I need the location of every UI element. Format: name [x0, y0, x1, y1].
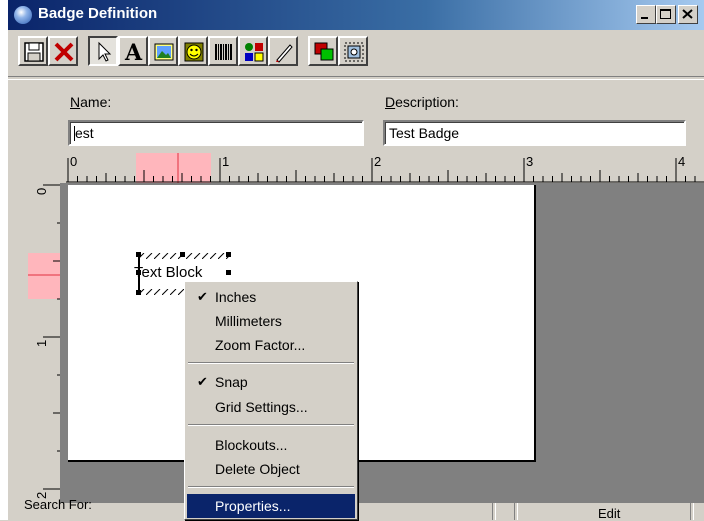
name-field[interactable]: est — [68, 120, 364, 146]
capture-tool-button[interactable] — [338, 36, 368, 66]
resize-handle[interactable] — [226, 252, 231, 257]
image-icon — [154, 43, 174, 61]
check-icon: ✔ — [197, 289, 208, 304]
app-icon — [14, 6, 32, 24]
pointer-tool-button[interactable] — [88, 36, 118, 66]
menu-item-snap[interactable]: ✔ Snap — [187, 370, 355, 394]
horizontal-ruler: 0 1 2 3 4 — [66, 153, 704, 183]
ruler-label: 1 — [222, 154, 229, 169]
ruler-label: 1 — [34, 340, 49, 347]
menu-item-delete-object[interactable]: Delete Object — [187, 457, 355, 481]
menu-item-millimeters[interactable]: Millimeters — [187, 309, 355, 333]
ruler-label: 0 — [70, 154, 77, 169]
menu-item-grid-settings[interactable]: Grid Settings... — [187, 395, 355, 419]
resize-handle[interactable] — [136, 290, 141, 295]
layers-icon — [314, 42, 334, 61]
toolbar-divider — [8, 76, 704, 80]
text-tool-button[interactable]: A — [118, 36, 148, 66]
pen-icon — [276, 44, 293, 63]
photo-tool-button[interactable] — [178, 36, 208, 66]
save-icon — [24, 42, 44, 62]
svg-text:A: A — [124, 41, 143, 63]
menu-item-properties[interactable]: Properties... — [187, 494, 355, 518]
layers-tool-button[interactable] — [308, 36, 338, 66]
window-frame: Badge Definition A Name: est Description… — [8, 0, 704, 521]
resize-handle[interactable] — [136, 252, 141, 257]
badge-definition-window: Badge Definition A Name: est Description… — [0, 0, 704, 521]
menu-separator — [188, 424, 354, 426]
name-label: Name: — [70, 94, 112, 110]
capture-icon — [344, 42, 364, 62]
menu-item-inches[interactable]: ✔ Inches — [187, 285, 355, 309]
close-red-x-icon — [54, 42, 74, 62]
ruler-label: 3 — [526, 154, 533, 169]
shapes-icon — [245, 43, 264, 62]
window-title: Badge Definition — [38, 5, 158, 22]
description-label: Description: — [385, 94, 459, 110]
ruler-label: 4 — [678, 154, 685, 169]
description-field[interactable]: Test Badge — [383, 120, 686, 146]
pen-tool-button[interactable] — [268, 36, 298, 66]
barcode-tool-button[interactable] — [208, 36, 238, 66]
context-menu: ✔ Inches Millimeters Zoom Factor... ✔ Snap… — [184, 281, 358, 520]
pointer-icon — [98, 41, 112, 62]
status-divider — [514, 503, 518, 520]
search-label: Search For: — [24, 497, 92, 512]
minimize-button[interactable] — [636, 5, 656, 24]
resize-handle[interactable] — [180, 252, 185, 257]
close-button[interactable] — [678, 5, 698, 24]
text-block-label: Text Block — [134, 264, 203, 281]
status-divider — [690, 503, 694, 520]
edit-status: Edit — [598, 506, 621, 521]
delete-button[interactable] — [48, 36, 78, 66]
menu-item-zoom-factor[interactable]: Zoom Factor... — [187, 333, 355, 357]
resize-handle[interactable] — [226, 270, 231, 275]
menu-separator — [188, 362, 354, 364]
text-icon: A — [124, 41, 143, 63]
menu-item-blockouts[interactable]: Blockouts... — [187, 433, 355, 457]
barcode-icon — [215, 44, 232, 60]
ruler-label: 0 — [34, 188, 49, 195]
shapes-tool-button[interactable] — [238, 36, 268, 66]
save-button[interactable] — [18, 36, 48, 66]
status-divider — [492, 503, 496, 520]
ruler-label: 2 — [374, 154, 381, 169]
menu-separator — [188, 486, 354, 488]
image-tool-button[interactable] — [148, 36, 178, 66]
face-icon — [184, 42, 204, 62]
maximize-button[interactable] — [656, 5, 676, 24]
title-bar[interactable]: Badge Definition — [8, 0, 704, 30]
check-icon: ✔ — [197, 374, 208, 389]
